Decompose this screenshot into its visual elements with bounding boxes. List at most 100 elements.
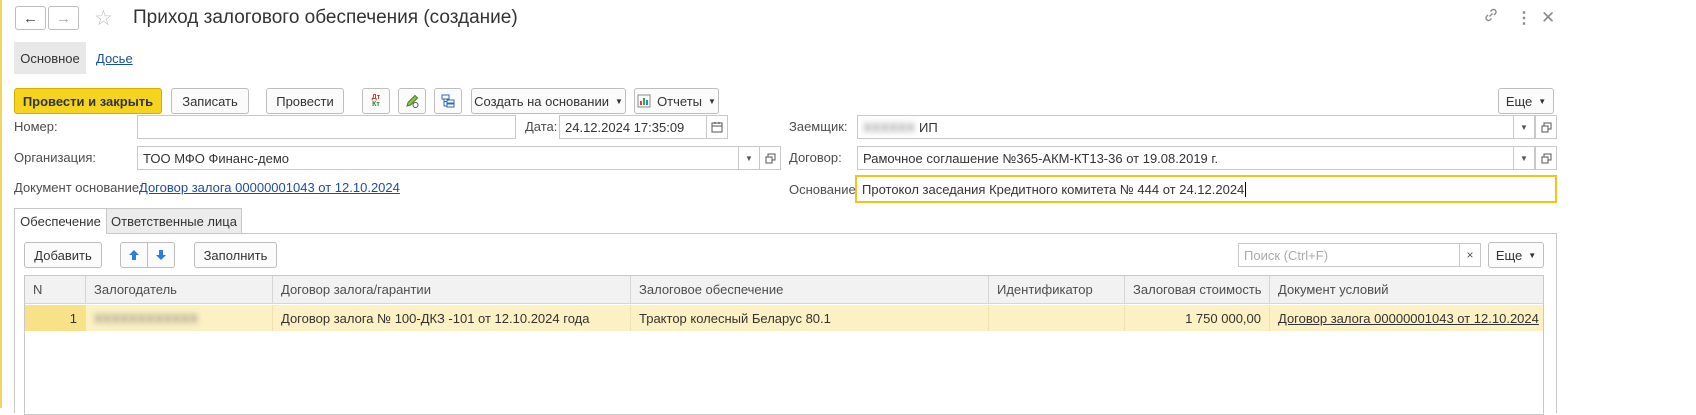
search-input[interactable]: Поиск (Ctrl+F) — [1238, 243, 1460, 267]
create-based-on-label: Создать на основании — [474, 93, 609, 109]
column-header-value[interactable]: Залоговая стоимость — [1125, 276, 1270, 303]
column-header-contract[interactable]: Договор залога/гарантии — [273, 276, 631, 303]
contract-open-button[interactable] — [1535, 146, 1557, 170]
number-field[interactable] — [137, 115, 516, 139]
more-label: Еще — [1505, 93, 1533, 109]
chevron-down-icon: ▼ — [1520, 122, 1528, 132]
number-label: Номер: — [14, 119, 58, 134]
table-more-button[interactable]: Еще ▼ — [1488, 242, 1544, 268]
reports-button[interactable]: Отчеты ▼ — [634, 88, 719, 114]
arrow-left-icon: ← — [23, 9, 38, 27]
borrower-dropdown-button[interactable]: ▼ — [1513, 115, 1535, 139]
forward-button[interactable]: → — [48, 6, 79, 30]
text-cursor — [1245, 181, 1247, 197]
search-placeholder: Поиск (Ctrl+F) — [1244, 247, 1329, 263]
close-icon[interactable]: ✕ — [1541, 8, 1555, 28]
contract-dropdown-button[interactable]: ▼ — [1513, 146, 1535, 170]
doc-basis-link[interactable]: Договор залога 00000001043 от 12.10.2024 — [139, 180, 400, 195]
cell-value-amount: 1 750 000,00 — [1185, 310, 1261, 326]
cell-contract[interactable]: Договор залога № 100-ДКЗ -101 от 12.10.2… — [273, 305, 631, 331]
chevron-down-icon: ▼ — [1520, 153, 1528, 163]
arrow-up-icon — [129, 250, 139, 260]
cell-pledger-value: XXXXXXXXXXXX — [94, 310, 199, 326]
tab-collateral[interactable]: Обеспечение — [14, 208, 107, 234]
tab-responsible-label: Ответственные лица — [111, 213, 237, 229]
dtkt-icon: Дт Кт — [371, 94, 381, 108]
dropdown-arrow-icon: ▼ — [708, 96, 716, 106]
section-dossier[interactable]: Досье — [96, 42, 133, 74]
calendar-icon — [711, 122, 723, 133]
window-edge — [0, 0, 2, 408]
column-header-pledger[interactable]: Залогодатель — [86, 276, 273, 303]
hierarchy-icon — [441, 94, 455, 108]
dtkt-button[interactable]: Дт Кт — [362, 88, 390, 114]
reason-field[interactable]: Протокол заседания Кредитного комитета №… — [855, 175, 1557, 203]
reports-label: Отчеты — [657, 93, 702, 109]
contract-field[interactable]: Рамочное соглашение №365-АКМ-КТ13-36 от … — [857, 146, 1514, 170]
cell-n[interactable]: 1 — [25, 305, 86, 331]
date-field[interactable]: 24.12.2024 17:35:09 — [559, 115, 707, 139]
column-header-identifier[interactable]: Идентификатор — [989, 276, 1125, 303]
section-dossier-label: Досье — [96, 50, 133, 66]
open-form-icon — [1541, 122, 1551, 132]
more-button[interactable]: Еще ▼ — [1498, 88, 1554, 114]
borrower-open-button[interactable] — [1535, 115, 1557, 139]
dropdown-arrow-icon: ▼ — [1538, 96, 1547, 106]
save-button[interactable]: Записать — [171, 88, 249, 114]
column-header-conditions-doc[interactable]: Документ условий — [1270, 276, 1543, 303]
cell-conditions-doc[interactable]: Договор залога 00000001043 от 12.10.2024 — [1270, 305, 1543, 331]
fill-button[interactable]: Заполнить — [194, 242, 277, 268]
doc-basis-label: Документ основание: — [14, 180, 143, 195]
add-button[interactable]: Добавить — [24, 242, 102, 268]
calendar-button[interactable] — [706, 115, 728, 139]
section-main-label: Основное — [20, 50, 80, 66]
cell-value[interactable]: 1 750 000,00 — [1125, 305, 1270, 331]
move-down-button[interactable] — [147, 242, 175, 268]
create-based-on-button[interactable]: Создать на основании ▼ — [471, 88, 626, 114]
more-vertical-icon[interactable]: ⋮ — [1516, 8, 1532, 28]
conditions-doc-link[interactable]: Договор залога 00000001043 от 12.10.2024 — [1278, 311, 1539, 326]
cell-n-value: 1 — [69, 310, 77, 326]
reason-text: Протокол заседания Кредитного комитета №… — [862, 181, 1245, 197]
page-title: Приход залогового обеспечения (создание) — [133, 7, 518, 28]
borrower-field[interactable]: XXXXXX ИП — [857, 115, 1514, 139]
edit-movements-button[interactable] — [398, 88, 426, 114]
arrow-down-icon — [156, 250, 166, 260]
favorite-star-icon[interactable]: ☆ — [94, 6, 113, 31]
header-divider — [25, 303, 1543, 304]
pencil-icon — [406, 94, 419, 108]
back-button[interactable]: ← — [15, 6, 46, 30]
contract-label: Договор: — [789, 150, 842, 165]
borrower-label: Заемщик: — [789, 119, 848, 134]
arrow-right-icon: → — [56, 9, 71, 27]
cell-pledger[interactable]: XXXXXXXXXXXX — [86, 305, 273, 331]
cell-collateral[interactable]: Трактор колесный Беларус 80.1 — [631, 305, 989, 331]
move-up-button[interactable] — [120, 242, 148, 268]
dropdown-arrow-icon: ▼ — [614, 96, 623, 106]
post-button[interactable]: Провести — [266, 88, 344, 114]
column-header-collateral[interactable]: Залоговое обеспечение — [631, 276, 989, 303]
cell-identifier[interactable] — [989, 305, 1125, 331]
search-clear-button[interactable]: × — [1459, 243, 1481, 267]
structure-button[interactable] — [434, 88, 462, 114]
organization-dropdown-button[interactable]: ▼ — [738, 146, 760, 170]
organization-open-button[interactable] — [759, 146, 781, 170]
report-icon — [637, 94, 651, 108]
tab-responsible[interactable]: Ответственные лица — [106, 208, 242, 234]
table-more-label: Еще — [1495, 247, 1523, 263]
open-form-icon — [765, 153, 775, 163]
tab-collateral-label: Обеспечение — [20, 213, 101, 229]
date-label: Дата: — [525, 119, 558, 134]
dropdown-arrow-icon: ▼ — [1528, 250, 1537, 260]
reason-label: Основание: — [789, 182, 860, 197]
clear-icon: × — [1466, 248, 1474, 262]
link-icon[interactable] — [1483, 7, 1499, 28]
organization-field[interactable]: ТОО МФО Финанс-демо — [137, 146, 739, 170]
open-form-icon — [1541, 153, 1551, 163]
post-and-close-button[interactable]: Провести и закрыть — [14, 88, 162, 114]
column-header-n[interactable]: N — [25, 276, 86, 303]
chevron-down-icon: ▼ — [745, 153, 753, 163]
section-main[interactable]: Основное — [14, 42, 86, 74]
organization-label: Организация: — [14, 150, 97, 165]
borrower-name-suffix: ИП — [919, 119, 938, 135]
